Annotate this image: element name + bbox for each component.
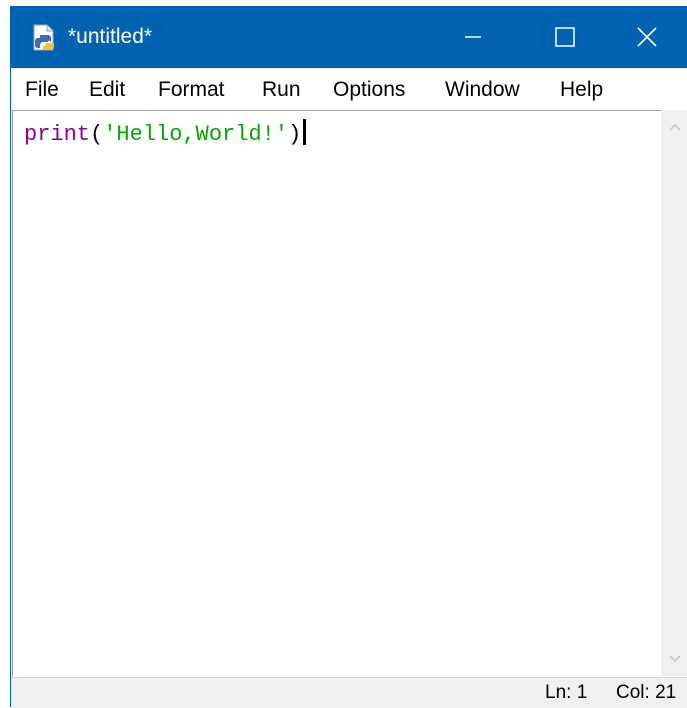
menu-format[interactable]: Format [158,76,225,104]
status-bar: Ln: 1 Col: 21 [11,677,687,708]
window-title: *untitled* [68,25,153,48]
status-column-number: Col: 21 [616,682,677,703]
chevron-up-icon [668,123,681,131]
menu-run[interactable]: Run [262,76,301,104]
open-paren-token: ( [90,122,104,147]
idle-editor-window: *untitled* File Edit Format Run Options … [10,6,687,708]
vertical-scrollbar[interactable] [661,110,687,676]
builtin-token: print [24,122,91,147]
menu-file[interactable]: File [25,76,59,104]
minimize-icon [465,36,481,38]
maximize-icon [555,27,575,47]
python-idle-icon [29,23,59,53]
scroll-up-button[interactable] [661,110,687,144]
menu-options[interactable]: Options [333,76,405,104]
menu-help[interactable]: Help [560,76,603,104]
status-line-number: Ln: 1 [545,682,588,703]
title-bar[interactable]: *untitled* [11,6,687,68]
close-icon [637,27,657,47]
text-cursor [303,119,307,145]
close-paren-token: ) [288,122,302,147]
menu-window[interactable]: Window [445,76,520,104]
menu-edit[interactable]: Edit [89,76,125,104]
code-editor[interactable]: print('Hello,World!') [12,110,661,677]
menu-bar: File Edit Format Run Options Window Help [11,68,687,108]
code-line[interactable]: print('Hello,World!') [24,119,307,150]
close-button[interactable] [606,6,687,68]
scroll-down-button[interactable] [661,642,687,676]
minimize-button[interactable] [427,6,519,68]
string-token: 'Hello,World!' [103,122,289,147]
maximize-button[interactable] [519,6,611,68]
chevron-down-icon [668,655,681,663]
